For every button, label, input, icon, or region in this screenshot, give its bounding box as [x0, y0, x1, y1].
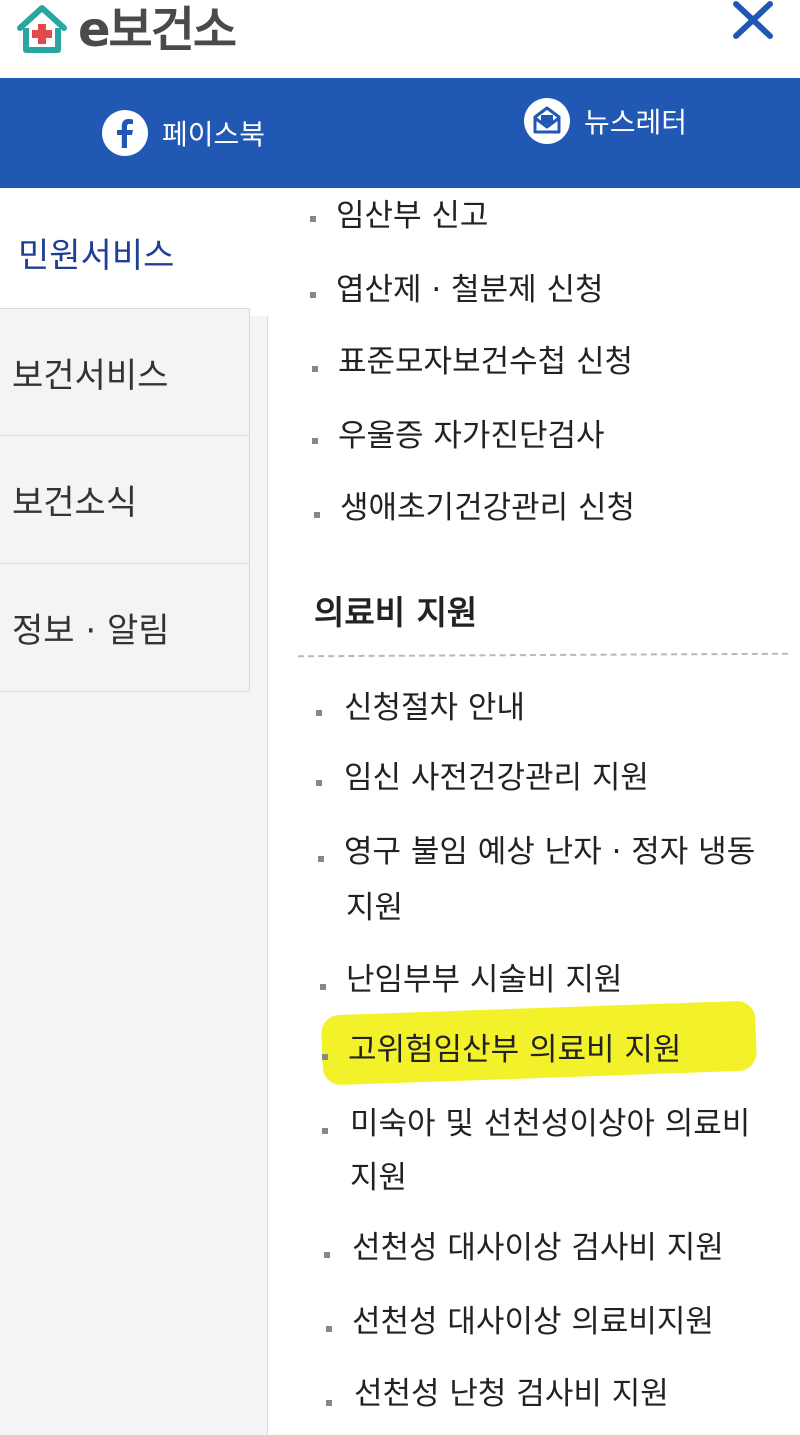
bullet — [312, 438, 318, 444]
menu-link-folic-iron[interactable]: 엽산제 · 철분제 신청 — [336, 264, 604, 316]
menu-link-application-guide[interactable]: 신청절차 안내 — [344, 682, 525, 734]
menu-link-metabolic-medical[interactable]: 선천성 대사이상 의료비지원 — [352, 1296, 714, 1348]
bullet — [316, 780, 322, 786]
bullet — [320, 984, 326, 990]
menu-link-pre-pregnancy-care[interactable]: 임신 사전건강관리 지원 — [344, 752, 649, 804]
newsletter-link[interactable]: 뉴스레터 — [400, 66, 800, 176]
newsletter-icon — [524, 98, 570, 144]
nav-item-label: 보건서비스 — [12, 355, 169, 396]
menu-link-metabolic-test[interactable]: 선천성 대사이상 검사비 지원 — [352, 1222, 724, 1274]
bullet — [322, 1054, 328, 1060]
menu-link-premature-congenital-cont[interactable]: 지원 — [350, 1152, 407, 1204]
bullet — [318, 856, 324, 862]
logo[interactable]: e보건소 — [12, 0, 237, 60]
house-plus-icon — [17, 5, 67, 53]
bullet — [310, 292, 316, 298]
facebook-icon — [102, 110, 148, 156]
menu-link-depression-test[interactable]: 우울증 자가진단검사 — [338, 410, 605, 462]
menu-link-egg-sperm-freezing[interactable]: 영구 불임 예상 난자 · 정자 냉동 — [344, 826, 755, 878]
bullet — [326, 1326, 332, 1332]
nav-item-info-notice[interactable]: 정보 · 알림 — [0, 564, 250, 692]
close-icon — [733, 1, 773, 39]
nav-item-health-service[interactable]: 보건서비스 — [0, 308, 250, 436]
bullet — [324, 1252, 330, 1258]
bullet — [310, 216, 316, 222]
menu-link-early-life-care[interactable]: 생애초기건강관리 신청 — [340, 482, 635, 534]
bullet — [314, 512, 320, 518]
nav-item-label: 보건소식 — [12, 483, 138, 523]
nav-item-label: 민원서비스 — [18, 235, 175, 276]
bullet — [326, 1400, 332, 1406]
nav-item-civil-service[interactable]: 민원서비스 — [0, 188, 268, 316]
facebook-label: 페이스북 — [162, 118, 266, 151]
menu-link-infertility-support[interactable]: 난임부부 시술비 지원 — [346, 954, 622, 1006]
bullet — [312, 366, 318, 372]
social-bar: 페이스북 뉴스레터 — [0, 78, 800, 188]
submenu-panel: 임산부 신고 엽산제 · 철분제 신청 표준모자보건수첩 신청 우울증 자가진단… — [268, 188, 800, 1435]
newsletter-label: 뉴스레터 — [584, 106, 688, 139]
close-button[interactable] — [728, 0, 780, 44]
bullet — [316, 710, 322, 716]
facebook-link[interactable]: 페이스북 — [0, 78, 400, 188]
menu-link-egg-sperm-freezing-cont[interactable]: 지원 — [346, 882, 403, 934]
section-divider — [297, 652, 789, 658]
nav-item-label: 정보 · 알림 — [12, 611, 170, 651]
menu-link-pregnant-report[interactable]: 임산부 신고 — [336, 190, 488, 242]
section-title: 의료비 지원 — [314, 593, 478, 632]
left-nav: 민원서비스 보건서비스 보건소식 정보 · 알림 — [0, 188, 268, 1435]
logo-text: e보건소 — [78, 2, 237, 58]
bullet — [322, 1128, 328, 1134]
menu-link-maternal-handbook[interactable]: 표준모자보건수첩 신청 — [338, 336, 633, 388]
menu-link-premature-congenital[interactable]: 미숙아 및 선천성이상아 의료비 — [350, 1098, 750, 1150]
nav-item-health-news[interactable]: 보건소식 — [0, 436, 250, 564]
menu-link-hearing-test[interactable]: 선천성 난청 검사비 지원 — [354, 1368, 669, 1420]
menu-link-high-risk-pregnancy[interactable]: 고위험임산부 의료비 지원 — [348, 1024, 681, 1076]
